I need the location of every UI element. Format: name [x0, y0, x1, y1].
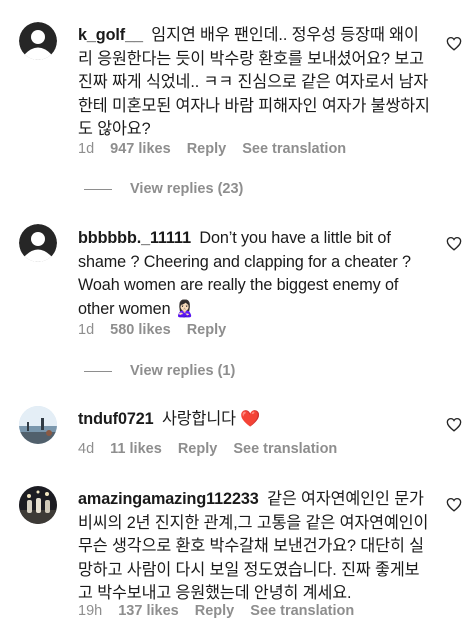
view-replies-label: View replies (1) [130, 363, 236, 379]
comment-username[interactable]: k_golf__ [78, 26, 143, 44]
red-heart-icon: ❤️ [240, 410, 261, 428]
reply-button[interactable]: Reply [187, 141, 227, 157]
comment-meta: 4d 11 likes Reply See translation [78, 441, 349, 457]
see-translation-button[interactable]: See translation [233, 441, 337, 457]
comment-time: 19h [78, 603, 103, 619]
profile-photo-icon [19, 406, 57, 444]
comment-likes[interactable]: 580 likes [110, 322, 170, 338]
comment-likes[interactable]: 137 likes [118, 603, 178, 619]
reply-button[interactable]: Reply [195, 603, 235, 619]
like-heart-icon[interactable] [446, 417, 462, 432]
view-replies-button[interactable]: View replies (23) [84, 181, 243, 197]
comment-meta: 1d 580 likes Reply [78, 322, 238, 338]
like-heart-icon[interactable] [446, 36, 462, 51]
replies-divider [84, 188, 112, 190]
replies-divider [84, 370, 112, 372]
reply-button[interactable]: Reply [187, 322, 227, 338]
comment-likes[interactable]: 947 likes [110, 141, 170, 157]
default-avatar-icon [19, 22, 57, 60]
avatar[interactable] [19, 22, 57, 60]
profile-photo-icon [19, 486, 57, 524]
default-avatar-icon [19, 224, 57, 262]
view-replies-button[interactable]: View replies (1) [84, 363, 235, 379]
view-replies-label: View replies (23) [130, 181, 244, 197]
avatar[interactable] [19, 486, 57, 524]
avatar[interactable] [19, 406, 57, 444]
see-translation-button[interactable]: See translation [242, 141, 346, 157]
comment-body: tnduf0721 사랑합니다 ❤️ [78, 408, 433, 432]
comment-time: 1d [78, 322, 95, 338]
comment-meta: 19h 137 likes Reply See translation [78, 603, 366, 619]
comment-likes[interactable]: 11 likes [110, 441, 162, 457]
comment-text: 사랑합니다 [161, 410, 236, 428]
comment-meta: 1d 947 likes Reply See translation [78, 141, 358, 157]
comment-username[interactable]: tnduf0721 [78, 410, 154, 428]
comment-time: 4d [78, 441, 95, 457]
comment-body: amazingamazing112233 같은 여자연예인인 문가비씨의 2년 … [78, 488, 433, 606]
reply-button[interactable]: Reply [178, 441, 218, 457]
comment-username[interactable]: amazingamazing112233 [78, 490, 259, 508]
comment-body: bbbbbb._11111 Don’t you have a little bi… [78, 227, 433, 321]
like-heart-icon[interactable] [446, 497, 462, 512]
avatar[interactable] [19, 224, 57, 262]
like-heart-icon[interactable] [446, 236, 462, 251]
see-translation-button[interactable]: See translation [250, 603, 354, 619]
comment-username[interactable]: bbbbbb._11111 [78, 229, 191, 247]
comment-body: k_golf__ 임지연 배우 팬인데.. 정우성 등장때 왜이리 응원한다는 … [78, 24, 433, 142]
comment-time: 1d [78, 141, 95, 157]
